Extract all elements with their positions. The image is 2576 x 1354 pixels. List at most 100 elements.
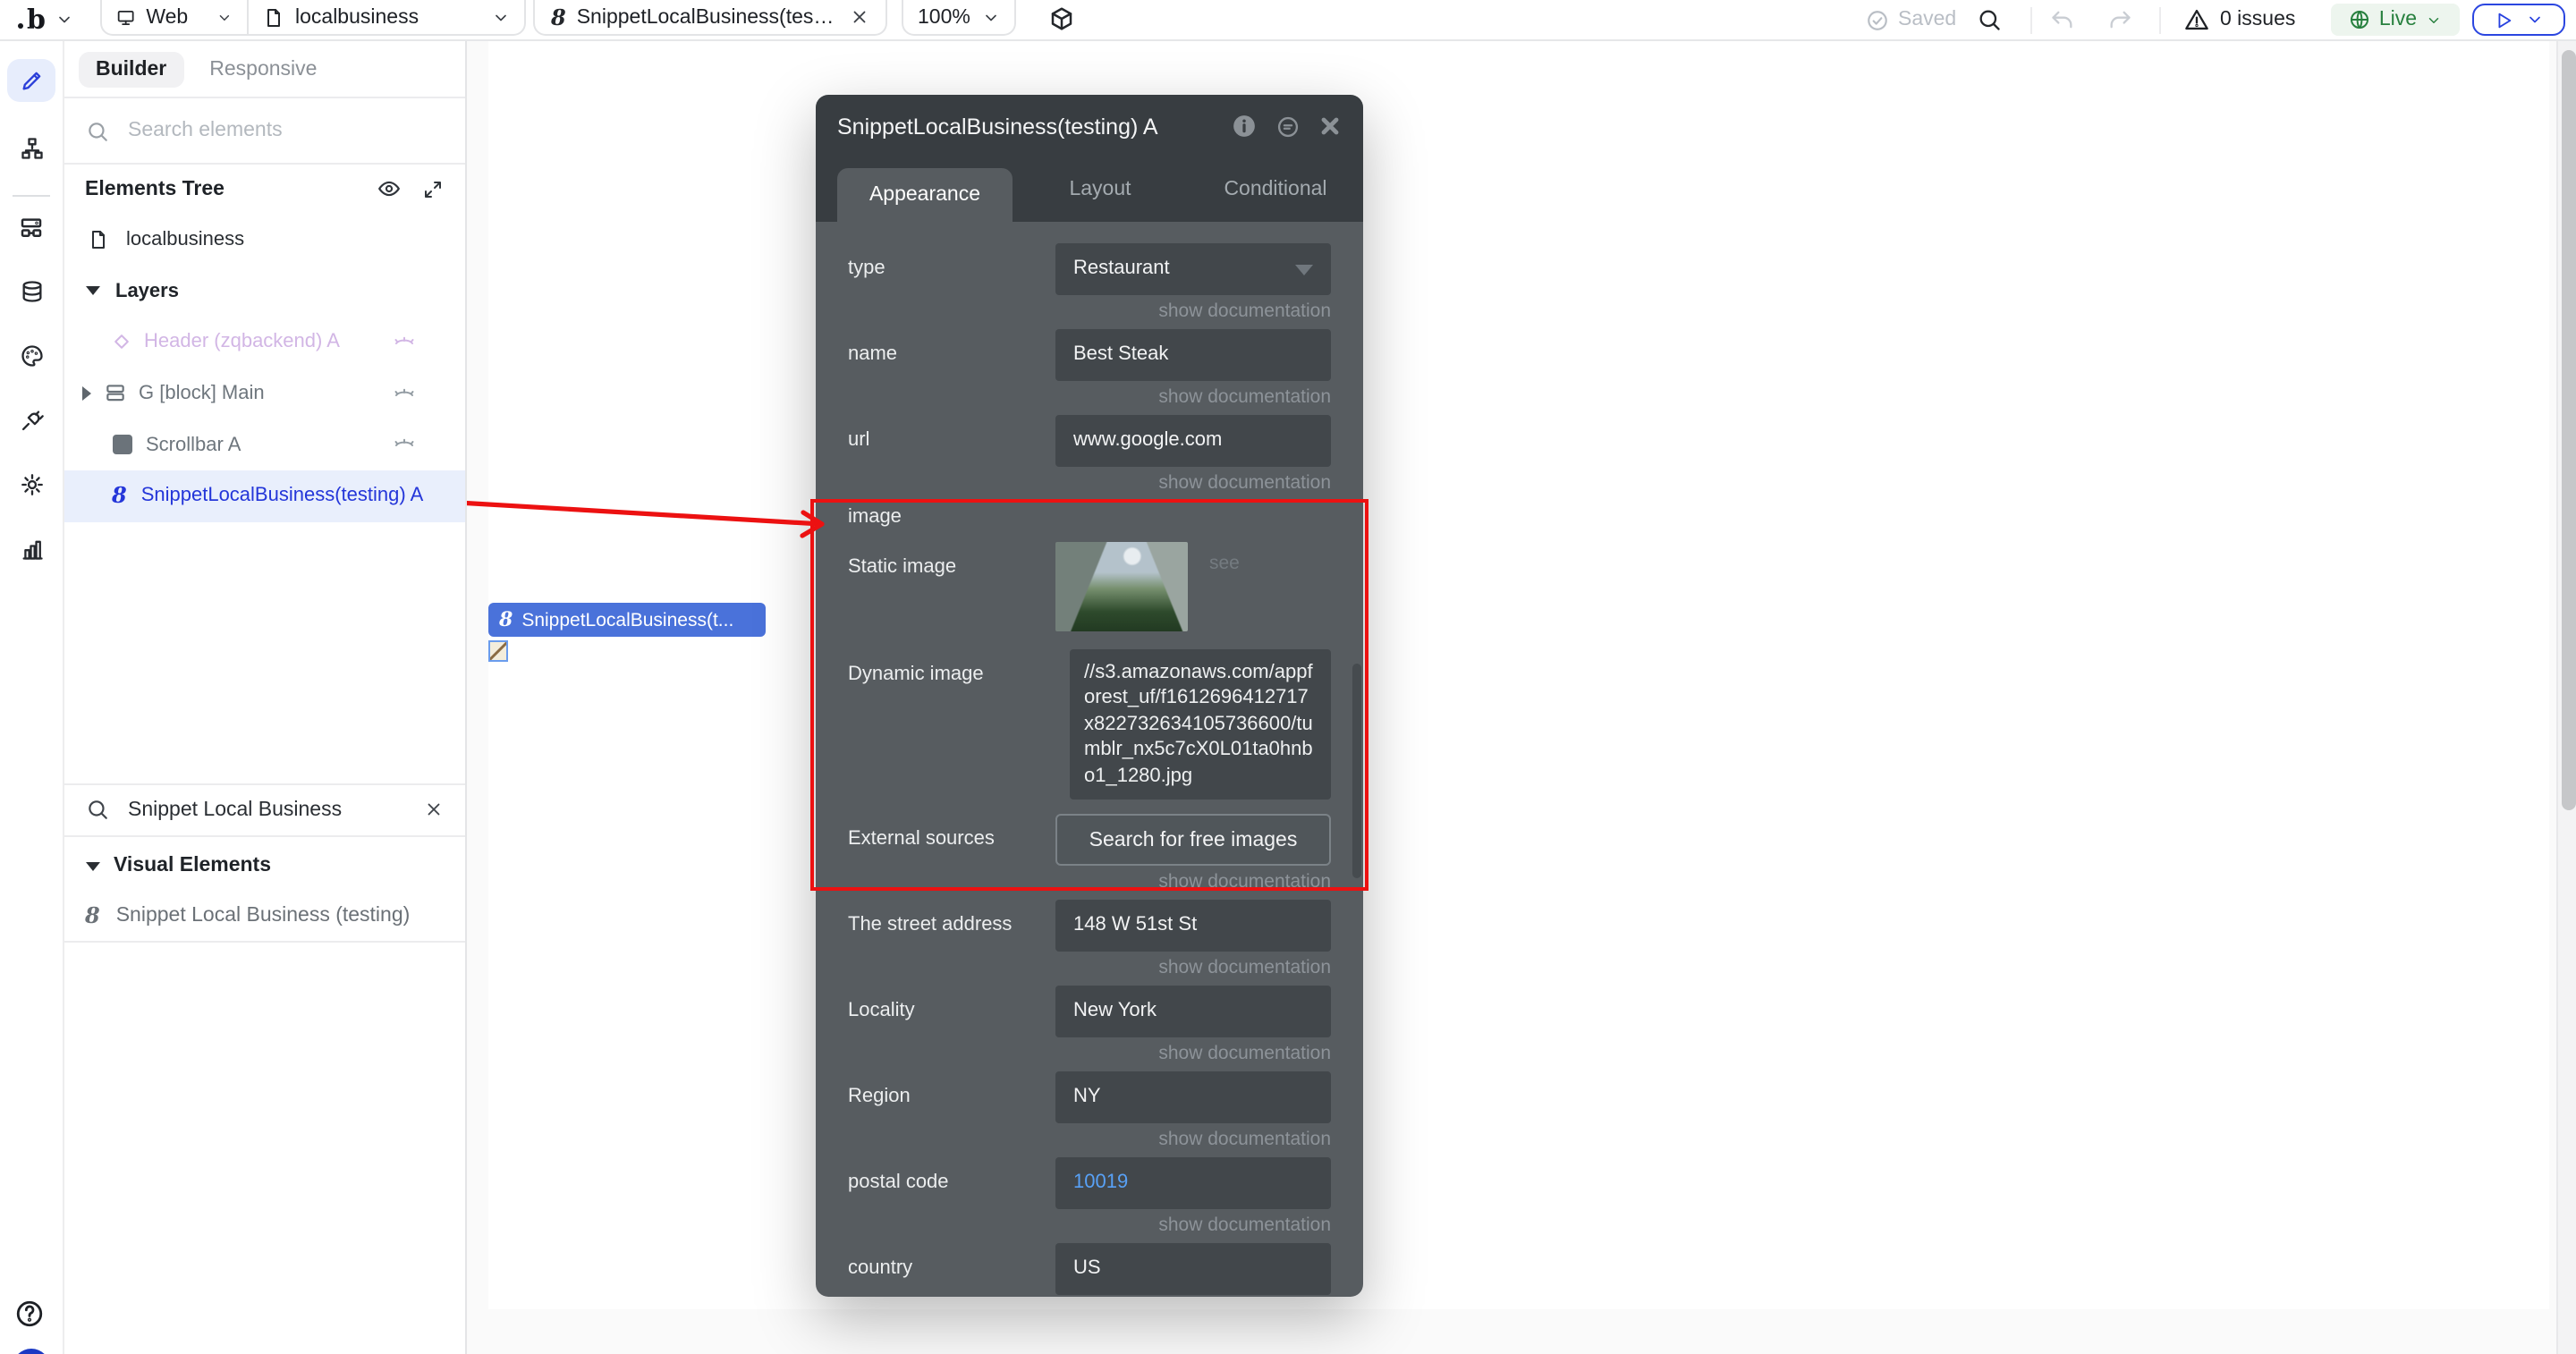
- design-tab-button[interactable]: [7, 59, 55, 102]
- logs-tab-button[interactable]: [7, 528, 55, 571]
- caret-right-icon[interactable]: [81, 385, 90, 401]
- expand-icon[interactable]: [421, 178, 443, 199]
- component-item-label: Snippet Local Business (testing): [115, 905, 411, 927]
- show-documentation-link[interactable]: show documentation: [848, 295, 1331, 329]
- eye-closed-icon[interactable]: [391, 434, 416, 455]
- postal-code-input[interactable]: 10019: [1055, 1157, 1331, 1209]
- clear-search-icon[interactable]: [423, 800, 443, 820]
- show-documentation-link[interactable]: show documentation: [848, 952, 1331, 986]
- component-search-input[interactable]: [124, 797, 408, 823]
- caret-down-icon[interactable]: [85, 861, 99, 870]
- element-tab-title: SnippetLocalBusiness(testi...: [576, 6, 839, 28]
- tab-layout[interactable]: Layout: [1013, 157, 1188, 222]
- zoom-selector[interactable]: 100%: [902, 0, 1016, 36]
- layer-label: G [block] Main: [139, 382, 265, 404]
- element-tab[interactable]: 8 SnippetLocalBusiness(testi...: [533, 0, 887, 36]
- eye-closed-icon[interactable]: [391, 382, 416, 403]
- show-documentation-link[interactable]: show documentation: [848, 1123, 1331, 1157]
- tree-item-root[interactable]: localbusiness: [64, 214, 464, 265]
- show-documentation-link[interactable]: show documentation: [848, 467, 1331, 501]
- layer-label: Scrollbar A: [146, 434, 242, 456]
- close-tab-icon[interactable]: [850, 7, 869, 27]
- region-input[interactable]: NY: [1055, 1071, 1331, 1123]
- dialog-body: type Restaurant show documentation name …: [816, 222, 1363, 1297]
- layers-group-header[interactable]: Layers: [64, 265, 464, 316]
- search-free-images-button[interactable]: Search for free images: [1055, 814, 1331, 866]
- selected-element-badge[interactable]: 8 SnippetLocalBusiness(t...: [488, 603, 766, 637]
- preview-button[interactable]: [2472, 4, 2565, 36]
- scrollbar-thumb[interactable]: [2561, 50, 2575, 810]
- dynamic-image-input[interactable]: //s3.amazonaws.com/appforest_uf/f1612696…: [1070, 649, 1331, 800]
- layer-item-snippet-selected[interactable]: 8 SnippetLocalBusiness(testing) A: [64, 470, 465, 522]
- page-icon: [87, 229, 108, 250]
- show-documentation-link[interactable]: show documentation: [848, 866, 1331, 900]
- workflow-tab-button[interactable]: [7, 127, 55, 170]
- type-select[interactable]: Restaurant: [1055, 243, 1331, 295]
- live-version-selector[interactable]: Live: [2331, 4, 2460, 36]
- dialog-header[interactable]: SnippetLocalBusiness(testing) A: [816, 95, 1363, 157]
- layer-item-scrollbar[interactable]: Scrollbar A: [64, 419, 464, 470]
- help-icon[interactable]: [14, 1299, 45, 1329]
- field-region: Region NY: [848, 1071, 1331, 1123]
- static-image-thumbnail[interactable]: [1055, 542, 1188, 631]
- editor-canvas[interactable]: [467, 41, 2576, 1354]
- dialog-scrollbar-thumb[interactable]: [1352, 664, 1361, 878]
- image-group-label: image: [848, 506, 902, 528]
- search-icon[interactable]: [1977, 7, 2002, 32]
- visual-elements-section[interactable]: Visual Elements: [64, 844, 464, 887]
- url-input[interactable]: www.google.com: [1055, 415, 1331, 467]
- package-icon[interactable]: [1048, 5, 1075, 32]
- device-selector[interactable]: Web: [102, 0, 249, 34]
- tab-responsive[interactable]: Responsive: [191, 51, 335, 87]
- country-input[interactable]: US: [1055, 1243, 1331, 1295]
- panel-tabs: Builder Responsive: [64, 41, 465, 98]
- eye-icon[interactable]: [377, 177, 400, 200]
- page-selector[interactable]: localbusiness: [249, 0, 524, 34]
- close-icon[interactable]: [1318, 114, 1342, 138]
- bubble-logo: b: [27, 4, 46, 36]
- show-documentation-link[interactable]: show documentation: [848, 1037, 1331, 1071]
- tab-builder[interactable]: Builder: [78, 51, 185, 87]
- settings-tab-button[interactable]: [7, 463, 55, 506]
- layer-item-header[interactable]: Header (zqbackend) A: [64, 317, 464, 368]
- name-input[interactable]: Best Steak: [1055, 329, 1331, 381]
- locality-input[interactable]: New York: [1055, 986, 1331, 1037]
- search-elements-input[interactable]: [124, 118, 444, 143]
- street-address-input[interactable]: 148 W 51st St: [1055, 900, 1331, 952]
- issues-count: 0 issues: [2220, 9, 2296, 30]
- field-label: Region: [848, 1086, 911, 1107]
- show-documentation-link[interactable]: show documentation: [848, 381, 1331, 415]
- page-surface[interactable]: [488, 41, 2549, 1309]
- canvas-scrollbar[interactable]: [2556, 41, 2576, 1354]
- chevron-down-icon: [2426, 12, 2442, 28]
- data-tab-button[interactable]: [7, 270, 55, 313]
- visual-elements-title: Visual Elements: [114, 855, 271, 876]
- field-label: country: [848, 1257, 913, 1279]
- styles-tab-button[interactable]: [7, 334, 55, 377]
- info-icon[interactable]: [1231, 113, 1258, 140]
- reusables-tab-button[interactable]: [7, 206, 55, 249]
- show-documentation-link[interactable]: show documentation: [848, 1209, 1331, 1243]
- redo-icon[interactable]: [2107, 7, 2132, 32]
- check-circle-icon: [1866, 8, 1889, 31]
- eye-closed-icon[interactable]: [391, 331, 416, 352]
- tab-appearance[interactable]: Appearance: [837, 168, 1013, 222]
- warning-icon: [2184, 7, 2209, 32]
- chevron-down-icon: [982, 8, 1000, 26]
- caret-down-icon[interactable]: [85, 286, 99, 296]
- issues-button[interactable]: 0 issues: [2184, 0, 2295, 39]
- play-icon: [2494, 10, 2513, 30]
- undo-icon[interactable]: [2050, 7, 2075, 32]
- avatar[interactable]: O: [13, 1349, 50, 1354]
- search-icon: [85, 119, 108, 142]
- tab-conditional[interactable]: Conditional: [1188, 157, 1363, 222]
- element-8-icon: 8: [85, 903, 100, 928]
- layer-item-main[interactable]: G [block] Main: [64, 368, 464, 419]
- square-icon: [112, 435, 131, 455]
- plugins-tab-button[interactable]: [7, 399, 55, 442]
- static-image-note: see: [1209, 553, 1240, 574]
- layers-label: Layers: [115, 280, 179, 302]
- notes-icon[interactable]: [1275, 114, 1301, 139]
- app-logo-menu[interactable]: b: [18, 0, 72, 39]
- component-list-item[interactable]: 8 Snippet Local Business (testing): [64, 894, 464, 937]
